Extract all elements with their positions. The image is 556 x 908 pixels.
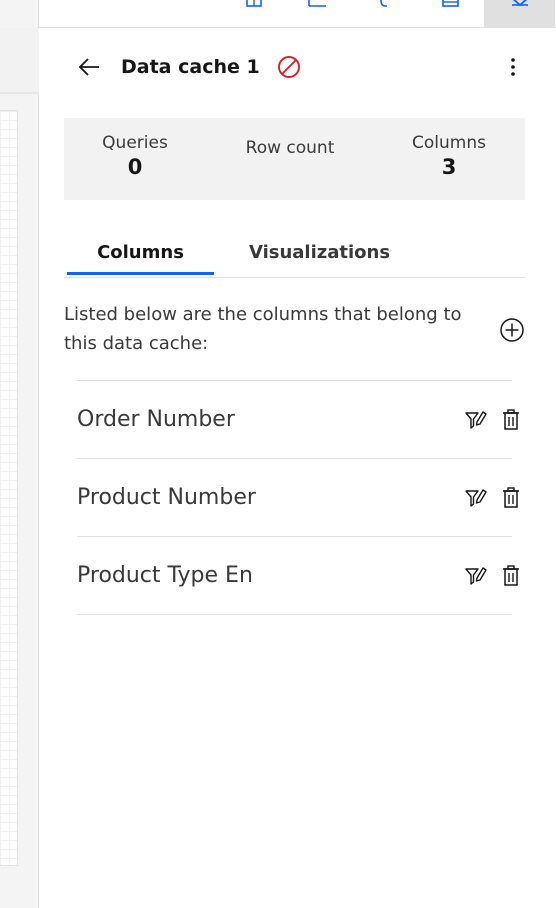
overflow-menu-button[interactable] — [500, 54, 526, 80]
back-button[interactable] — [76, 54, 102, 80]
delete-column-button[interactable] — [499, 564, 523, 588]
filter-edit-icon — [465, 567, 487, 585]
stat-row-count: Row count — [228, 137, 352, 159]
tab-visualizations[interactable]: Visualizations — [232, 228, 407, 277]
add-column-button[interactable] — [498, 316, 526, 344]
column-name: Order Number — [77, 407, 235, 432]
active-tab-indicator — [67, 272, 214, 275]
stat-row-count-label: Row count — [245, 138, 335, 158]
top-toolbar — [39, 0, 556, 28]
delete-column-button[interactable] — [499, 486, 523, 510]
add-circle-icon — [500, 318, 524, 342]
stat-queries-value: 0 — [127, 155, 143, 179]
filter-edit-icon — [465, 411, 487, 429]
filter-edit-icon — [465, 489, 487, 507]
list-item: Order Number — [77, 381, 519, 459]
columns-description: Listed below are the columns that belong… — [64, 304, 462, 354]
column-name: Product Number — [77, 485, 256, 510]
columns-list: Order Number Product Number Product Type… — [77, 380, 519, 615]
stat-columns-value: 3 — [441, 155, 457, 179]
chart-icon[interactable] — [297, 0, 337, 27]
tab-columns[interactable]: Columns — [67, 228, 214, 277]
table-icon[interactable] — [430, 0, 470, 27]
edit-filter-button[interactable] — [464, 564, 488, 588]
panel-title: Data cache 1 — [121, 56, 260, 78]
column-name: Product Type En — [77, 563, 253, 588]
data-cache-panel: Data cache 1 Queries 0 Row count Columns — [40, 28, 556, 908]
arrow-left-icon — [78, 58, 99, 76]
stat-queries-label: Queries — [102, 133, 168, 153]
trash-icon — [503, 409, 519, 430]
workspace-canvas[interactable] — [0, 110, 18, 866]
link-icon[interactable] — [364, 0, 404, 27]
panel-header: Data cache 1 — [40, 28, 556, 106]
data-cache-icon[interactable] — [484, 0, 555, 27]
list-item: Product Type En — [77, 537, 519, 615]
trash-icon — [503, 487, 519, 508]
edit-filter-button[interactable] — [464, 486, 488, 510]
stat-columns: Columns 3 — [394, 132, 504, 180]
edit-filter-button[interactable] — [464, 408, 488, 432]
workspace-header — [0, 28, 39, 94]
stats-summary: Queries 0 Row count Columns 3 — [64, 118, 525, 200]
overflow-menu-vertical-icon — [511, 58, 515, 76]
trash-icon — [503, 565, 519, 586]
data-source-icon[interactable] — [234, 0, 274, 27]
workspace-canvas-area — [0, 0, 39, 908]
delete-column-button[interactable] — [499, 408, 523, 432]
panel-tabs: Columns Visualizations — [64, 228, 525, 278]
stat-columns-label: Columns — [412, 133, 486, 153]
disabled-icon — [276, 54, 302, 80]
stat-queries: Queries 0 — [84, 132, 186, 180]
list-item: Product Number — [77, 459, 519, 537]
